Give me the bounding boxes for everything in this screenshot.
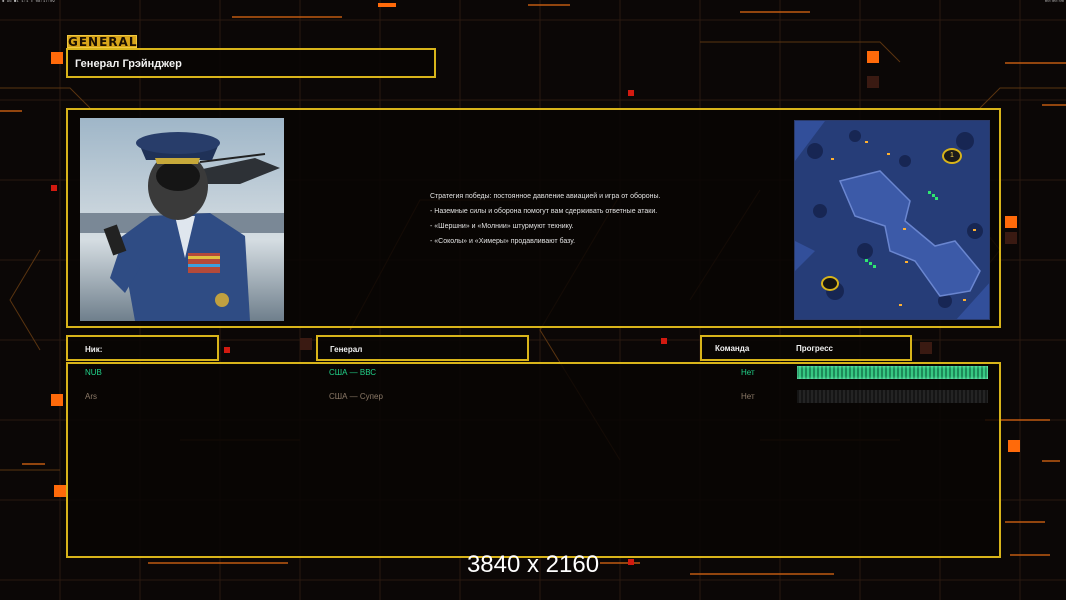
player-team[interactable]: Нет bbox=[741, 368, 755, 377]
strategy-line: Стратегия победы: постоянное давление ав… bbox=[430, 193, 661, 200]
player-general[interactable]: США — ВВС bbox=[329, 368, 376, 377]
system-clock: 00:00:00 bbox=[1044, 0, 1064, 4]
general-tab[interactable]: GENERAL bbox=[67, 35, 137, 49]
player-nick: Ars bbox=[85, 392, 97, 401]
general-name-panel: Генерал Грэйнджер bbox=[66, 48, 436, 78]
player-progress-bar bbox=[797, 390, 988, 403]
column-general-label: Генерал bbox=[330, 345, 363, 354]
progress-fill bbox=[797, 390, 988, 403]
system-status-left: ◆ 96 ■1 1:1 ▸ 08:17:09 bbox=[2, 0, 55, 4]
column-team-progress-header: Команда Прогресс bbox=[700, 335, 912, 361]
progress-fill bbox=[797, 366, 988, 379]
general-portrait bbox=[80, 118, 284, 321]
column-team-label: Команда bbox=[715, 344, 750, 353]
resolution-watermark: 3840 x 2160 bbox=[466, 551, 600, 578]
player-team[interactable]: Нет bbox=[741, 392, 755, 401]
player-nick: NUB bbox=[85, 368, 102, 377]
minimap: 1 bbox=[794, 120, 990, 320]
column-progress-label: Прогресс bbox=[796, 344, 833, 353]
strategy-description: Стратегия победы: постоянное давление ав… bbox=[430, 193, 760, 253]
start-position-1[interactable]: 1 bbox=[942, 148, 962, 164]
player-general[interactable]: США — Супер bbox=[329, 392, 383, 401]
general-name: Генерал Грэйнджер bbox=[75, 58, 182, 70]
column-nick-label: Ник: bbox=[85, 345, 103, 354]
column-nick-header: Ник: bbox=[66, 335, 219, 361]
strategy-line: - Наземные силы и оборона помогут вам сд… bbox=[430, 208, 658, 215]
start-position-2[interactable] bbox=[821, 276, 839, 291]
strategy-line: - «Соколы» и «Химеры» продавливают базу. bbox=[430, 238, 576, 245]
player-progress-bar bbox=[797, 366, 988, 379]
column-general-header: Генерал bbox=[316, 335, 529, 361]
strategy-line: - «Шершни» и «Молнии» штурмуют технику. bbox=[430, 223, 574, 230]
